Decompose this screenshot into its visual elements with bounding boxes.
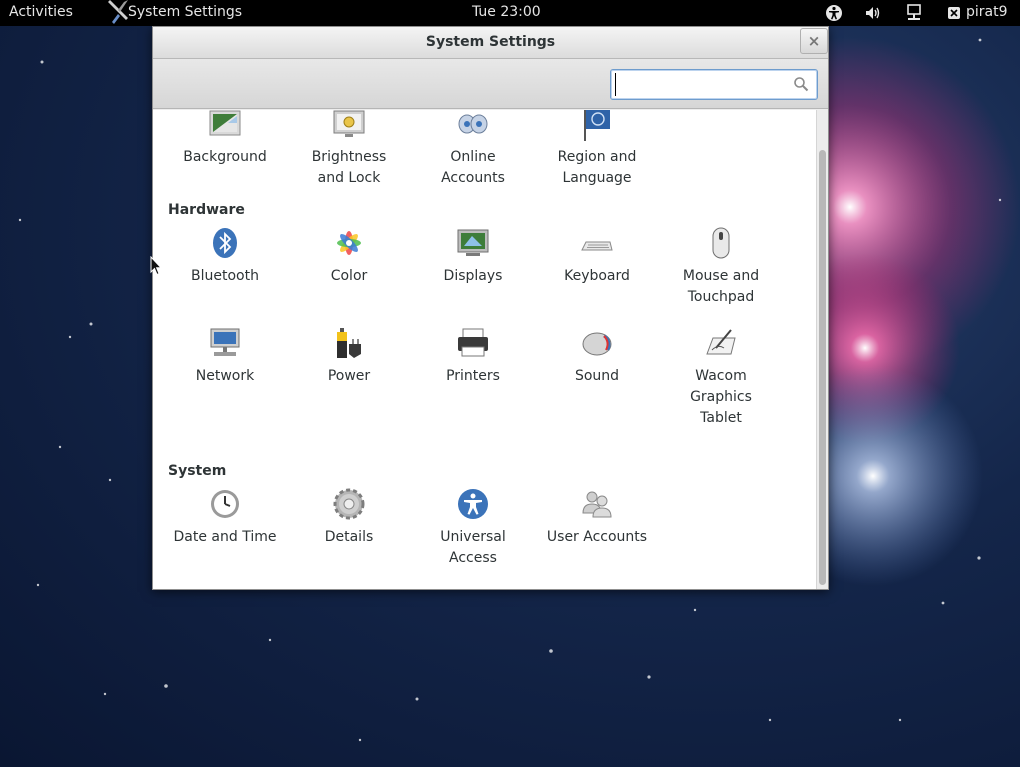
wacom-tablet-icon: [706, 329, 736, 355]
color-icon: [337, 231, 361, 255]
background-label: Background: [183, 149, 267, 165]
accessibility-icon[interactable]: [825, 4, 843, 22]
sound-label: Sound: [574, 368, 620, 384]
universal-access-label: Universal Access: [440, 529, 506, 566]
mouse-icon: [712, 227, 730, 259]
user-menu[interactable]: pirat9: [966, 4, 1008, 20]
brightness-lock-icon: [333, 110, 365, 137]
online-accounts-icon: [458, 114, 488, 134]
region-language-icon: [584, 110, 610, 141]
bluetooth-item[interactable]: Bluetooth: [163, 226, 287, 287]
window-titlebar[interactable]: System Settings ×: [153, 27, 828, 59]
mouse-pointer-icon: [150, 256, 162, 276]
search-icon: [794, 77, 809, 92]
toolbar: [153, 59, 828, 109]
date-time-item[interactable]: Date and Time: [163, 487, 287, 548]
details-item[interactable]: Details: [287, 487, 411, 548]
displays-icon: [457, 229, 489, 256]
power-item[interactable]: Power: [287, 326, 411, 387]
user-accounts-label: User Accounts: [546, 529, 648, 545]
network-item[interactable]: Network: [163, 326, 287, 387]
scrollbar-thumb[interactable]: [819, 150, 826, 585]
date-time-label: Date and Time: [173, 529, 277, 545]
keyboard-item[interactable]: Keyboard: [535, 226, 659, 287]
network-label: Network: [195, 368, 255, 384]
user-status-icon[interactable]: [946, 4, 964, 22]
details-label: Details: [324, 529, 374, 545]
color-item[interactable]: Color: [287, 226, 411, 287]
system-settings-window: System Settings × Background Brightness …: [152, 26, 829, 590]
region-language-item[interactable]: Region and Language: [535, 110, 659, 189]
network-icon: [210, 328, 240, 356]
displays-label: Displays: [443, 268, 503, 284]
gear-icon: [333, 488, 365, 520]
activities-button[interactable]: Activities: [9, 4, 73, 20]
window-title: System Settings: [425, 34, 556, 50]
close-icon: ×: [807, 32, 821, 50]
universal-access-icon: [458, 489, 488, 519]
volume-icon[interactable]: [864, 4, 882, 22]
brightness-lock-item[interactable]: Brightness and Lock: [287, 110, 411, 189]
wacom-tablet-item[interactable]: Wacom Graphics Tablet: [659, 326, 783, 429]
sound-item[interactable]: Sound: [535, 326, 659, 387]
search-box[interactable]: [610, 69, 818, 100]
clock[interactable]: Tue 23:00: [472, 4, 541, 20]
mouse-touchpad-label: Mouse and Touchpad: [682, 268, 760, 305]
mouse-touchpad-item[interactable]: Mouse and Touchpad: [659, 226, 783, 308]
system-section-title: System: [168, 463, 227, 479]
search-input[interactable]: [615, 73, 785, 96]
displays-item[interactable]: Displays: [411, 226, 535, 287]
region-language-label: Region and Language: [557, 149, 637, 186]
hardware-section-title: Hardware: [168, 202, 245, 218]
universal-access-item[interactable]: Universal Access: [411, 487, 535, 569]
user-accounts-icon: [582, 491, 612, 518]
clock-icon: [211, 490, 239, 518]
background-item[interactable]: Background: [163, 110, 287, 168]
color-label: Color: [330, 268, 368, 284]
user-accounts-item[interactable]: User Accounts: [535, 487, 659, 548]
power-icon: [337, 328, 361, 358]
bluetooth-label: Bluetooth: [191, 268, 259, 284]
app-menu-label: System Settings: [128, 4, 243, 20]
close-button[interactable]: ×: [800, 28, 828, 54]
printers-item[interactable]: Printers: [411, 326, 535, 387]
vertical-scrollbar[interactable]: [816, 110, 828, 589]
top-bar: Activities System Settings Tue 23:00 pir…: [0, 0, 1020, 26]
printer-icon: [458, 328, 488, 357]
network-wired-icon[interactable]: [905, 4, 923, 22]
power-label: Power: [327, 368, 371, 384]
printers-label: Printers: [446, 368, 500, 384]
settings-panel-grid: Background Brightness and Lock Online Ac…: [153, 110, 816, 589]
background-icon: [209, 110, 241, 136]
keyboard-label: Keyboard: [564, 268, 630, 284]
bluetooth-icon: [213, 228, 237, 258]
online-accounts-item[interactable]: Online Accounts: [411, 110, 535, 189]
brightness-lock-label: Brightness and Lock: [311, 149, 387, 186]
keyboard-icon: [581, 241, 613, 251]
sound-icon: [582, 332, 612, 356]
online-accounts-label: Online Accounts: [441, 149, 505, 186]
wacom-tablet-label: Wacom Graphics Tablet: [690, 368, 752, 426]
